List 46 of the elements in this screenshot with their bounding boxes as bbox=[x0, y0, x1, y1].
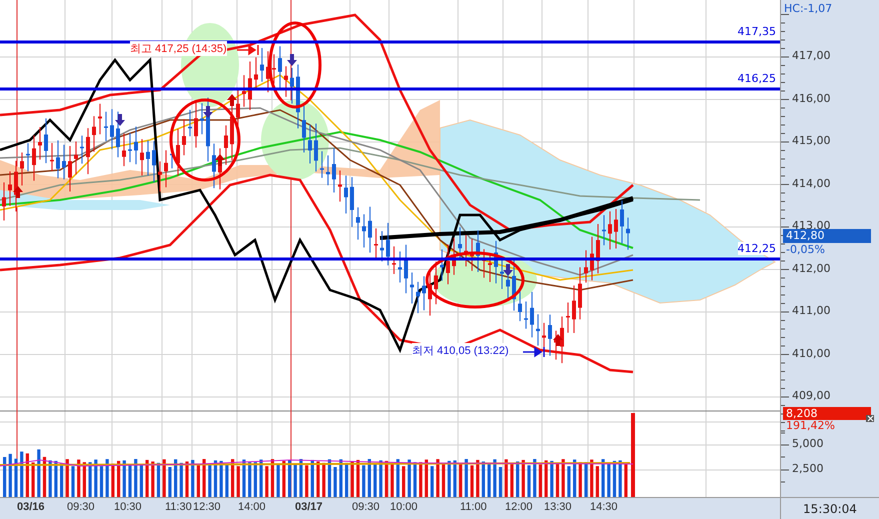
close-icon[interactable] bbox=[866, 415, 874, 422]
price-tick-label: 409,00 bbox=[792, 389, 830, 402]
price-change-label: -0,05% bbox=[786, 243, 825, 256]
price-tick-label: 414,00 bbox=[792, 176, 830, 190]
price-tick-label: 417,00 bbox=[792, 49, 830, 62]
price-tick-label: 410,00 bbox=[792, 346, 830, 360]
arrow-icon bbox=[522, 346, 548, 358]
price-annotation: 최저 410,05 (13:22) bbox=[412, 343, 509, 358]
time-label: 12:30 bbox=[193, 501, 221, 513]
volume-tick-label: 2,500 bbox=[792, 462, 824, 475]
price-tick-label: 416,00 bbox=[792, 92, 830, 104]
volume-ratio-label: 191,42% bbox=[786, 419, 835, 432]
price-tick-label: 413,00 bbox=[792, 219, 830, 232]
time-label: 10:30 bbox=[114, 501, 142, 513]
price-tick-label: 412,00 bbox=[792, 262, 830, 274]
time-label: 09:30 bbox=[67, 501, 95, 513]
time-label: 09:30 bbox=[352, 501, 380, 513]
time-label: 12:00 bbox=[505, 501, 533, 513]
change-label: HC:-1,07 bbox=[784, 2, 832, 15]
price-tick-label: 411,00 bbox=[792, 304, 830, 317]
time-label: 14:00 bbox=[238, 501, 266, 513]
clock-time: 15:30:04 bbox=[803, 502, 857, 516]
down-arrow-icon bbox=[115, 114, 125, 126]
price-annotation: 최고 417,25 (14:35) bbox=[130, 41, 227, 56]
current-price-badge: 412,80 bbox=[783, 229, 871, 243]
up-arrow-icon bbox=[215, 154, 225, 166]
date-label: 03/17 bbox=[295, 501, 323, 513]
down-arrow-icon bbox=[287, 54, 297, 66]
price-tick-label: 415,00 bbox=[792, 134, 830, 147]
up-arrow-icon bbox=[13, 186, 23, 198]
down-arrow-icon bbox=[503, 264, 513, 276]
time-label: 13:30 bbox=[544, 501, 572, 513]
current-volume-badge: 8,208 bbox=[783, 407, 871, 420]
level-label: 412,25 bbox=[738, 242, 776, 255]
up-arrow-icon bbox=[227, 94, 237, 106]
time-label: 11:30 bbox=[165, 501, 192, 513]
down-arrow-icon bbox=[203, 106, 213, 118]
arrow-icon bbox=[236, 44, 262, 56]
date-label: 03/16 bbox=[17, 501, 45, 513]
time-label: 14:30 bbox=[590, 501, 618, 513]
level-label: 417,35 bbox=[738, 25, 776, 38]
time-label: 11:00 bbox=[460, 501, 487, 513]
volume-tick-label: 5,000 bbox=[792, 437, 824, 450]
time-label: 10:00 bbox=[390, 501, 418, 513]
level-label: 416,25 bbox=[738, 72, 776, 85]
up-arrow-icon bbox=[553, 334, 563, 346]
